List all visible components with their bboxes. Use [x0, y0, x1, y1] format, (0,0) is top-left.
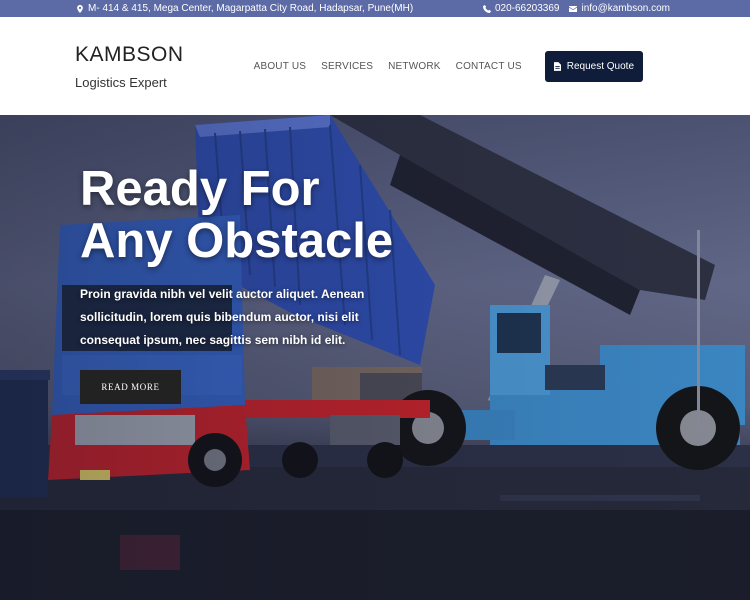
main-nav: ABOUT US SERVICES NETWORK CONTACT US Req… [254, 50, 643, 82]
phone-text[interactable]: 020-66203369 [495, 3, 560, 14]
envelope-icon [569, 5, 578, 12]
hero-description: Proin gravida nibh vel velit auctor aliq… [80, 287, 365, 347]
hero-content: Ready For Any Obstacle Proin gravida nib… [80, 163, 420, 404]
email-info[interactable]: info@kambson.com [569, 3, 670, 14]
hero-title: Ready For Any Obstacle [80, 162, 394, 268]
phone-icon [482, 4, 491, 13]
address-info: M- 414 & 415, Mega Center, Magarpatta Ci… [76, 3, 413, 14]
request-quote-button[interactable]: Request Quote [544, 50, 643, 82]
brand-name[interactable]: KAMBSON [75, 43, 184, 67]
top-bar: M- 414 & 415, Mega Center, Magarpatta Ci… [0, 0, 750, 17]
brand[interactable]: KAMBSON Logistics Expert [75, 43, 184, 90]
request-quote-label[interactable]: Request Quote [567, 61, 634, 72]
hero-banner: Ready For Any Obstacle Proin gravida nib… [0, 115, 750, 600]
phone-info[interactable]: 020-66203369 [482, 3, 560, 14]
read-more-button[interactable]: READ MORE [80, 370, 181, 404]
email-text[interactable]: info@kambson.com [581, 3, 670, 14]
document-icon [553, 61, 561, 71]
nav-network[interactable]: NETWORK [388, 61, 441, 72]
nav-contact-us[interactable]: CONTACT US [456, 61, 522, 72]
map-marker-icon [77, 4, 83, 13]
brand-tagline: Logistics Expert [75, 74, 167, 90]
site-header: KAMBSON Logistics Expert ABOUT US SERVIC… [0, 17, 750, 115]
nav-services[interactable]: SERVICES [321, 61, 373, 72]
address-text: M- 414 & 415, Mega Center, Magarpatta Ci… [88, 3, 414, 14]
nav-about-us[interactable]: ABOUT US [254, 61, 307, 72]
